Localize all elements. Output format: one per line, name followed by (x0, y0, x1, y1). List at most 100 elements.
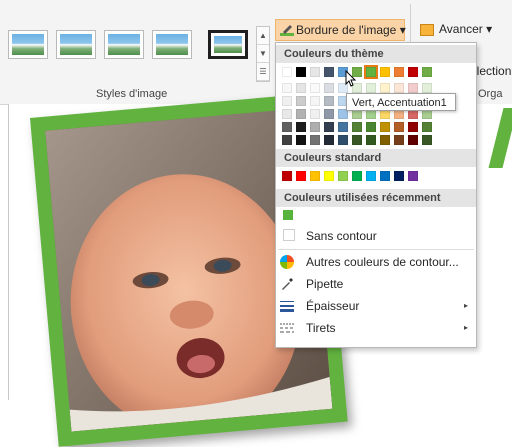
ribbon-group-label: Styles d'image (96, 88, 168, 100)
recent-colors-header: Couleurs utilisées récemment (276, 189, 476, 207)
theme-shade-swatch[interactable] (282, 122, 292, 132)
theme-shade-swatch[interactable] (408, 122, 418, 132)
standard-color-swatch[interactable] (394, 171, 404, 181)
chevron-down-icon: ▾ (486, 22, 493, 36)
theme-color-swatch[interactable] (296, 67, 306, 77)
chevron-down-icon: ▾ (399, 23, 406, 37)
theme-shade-swatch[interactable] (324, 83, 334, 93)
theme-shade-swatch[interactable] (324, 135, 334, 145)
standard-color-swatch[interactable] (310, 171, 320, 181)
theme-shade-swatch[interactable] (380, 83, 390, 93)
theme-color-swatch[interactable] (394, 67, 404, 77)
standard-color-swatch[interactable] (296, 171, 306, 181)
theme-shade-swatch[interactable] (282, 135, 292, 145)
gallery-more-button[interactable]: ☰ (257, 63, 269, 81)
bring-forward-icon (420, 24, 434, 36)
standard-color-swatch[interactable] (408, 171, 418, 181)
theme-shade-swatch[interactable] (324, 96, 334, 106)
gallery-scroll-down-button[interactable]: ▼ (257, 45, 269, 63)
theme-shade-swatch[interactable] (394, 83, 404, 93)
eyedropper-label: Pipette (306, 277, 344, 291)
theme-shade-swatch[interactable] (366, 122, 376, 132)
theme-shade-swatch[interactable] (380, 135, 390, 145)
theme-shade-swatch[interactable] (282, 83, 292, 93)
theme-shade-swatch[interactable] (310, 109, 320, 119)
theme-colors-header: Couleurs du thème (276, 45, 476, 63)
theme-shade-swatch[interactable] (422, 135, 432, 145)
bring-forward-button[interactable]: Avancer ▾ (420, 22, 510, 40)
gallery-scroll-buttons: ▲ ▼ ☰ (256, 26, 270, 82)
theme-shade-swatch[interactable] (352, 135, 362, 145)
eyedropper-item[interactable]: Pipette (276, 273, 476, 295)
theme-shade-swatch[interactable] (338, 122, 348, 132)
theme-shade-swatch[interactable] (296, 96, 306, 106)
theme-shade-swatch[interactable] (310, 83, 320, 93)
picture-style-thumbnail[interactable] (104, 30, 144, 59)
menu-separator (278, 249, 474, 250)
theme-shade-swatch[interactable] (310, 122, 320, 132)
recent-color-swatch[interactable] (283, 210, 293, 220)
theme-shade-swatch[interactable] (296, 109, 306, 119)
submenu-arrow-icon: ▸ (463, 301, 468, 310)
mouse-cursor-icon (345, 70, 357, 87)
theme-shade-swatch[interactable] (422, 122, 432, 132)
standard-color-swatch[interactable] (380, 171, 390, 181)
theme-shade-swatch[interactable] (310, 96, 320, 106)
submenu-arrow-icon: ▸ (463, 323, 468, 332)
theme-shade-swatch[interactable] (296, 83, 306, 93)
picture-style-thumbnail[interactable] (152, 30, 192, 59)
picture-style-thumbnail-selected[interactable] (208, 30, 248, 59)
theme-shade-swatch[interactable] (408, 135, 418, 145)
picture-style-thumbnail[interactable] (56, 30, 96, 59)
organize-group-label: Orga (478, 88, 503, 100)
no-outline-item[interactable]: Sans contour (276, 225, 476, 247)
theme-shade-swatch[interactable] (282, 96, 292, 106)
picture-style-thumbnail[interactable] (8, 30, 48, 59)
theme-shade-swatch[interactable] (394, 135, 404, 145)
theme-color-swatch[interactable] (364, 65, 378, 79)
theme-shade-swatch[interactable] (352, 122, 362, 132)
theme-shade-swatch[interactable] (296, 122, 306, 132)
theme-shade-swatch[interactable] (380, 122, 390, 132)
theme-color-swatch[interactable] (408, 67, 418, 77)
theme-shade-swatch[interactable] (310, 135, 320, 145)
color-wheel-icon (280, 255, 294, 269)
line-weight-icon (280, 301, 294, 312)
dash-style-icon (280, 323, 294, 333)
standard-color-swatch[interactable] (324, 171, 334, 181)
theme-shade-swatch[interactable] (408, 83, 418, 93)
standard-color-swatch[interactable] (338, 171, 348, 181)
theme-shade-swatch[interactable] (422, 83, 432, 93)
picture-border-button[interactable]: Bordure de l'image ▾ (275, 19, 406, 41)
gallery-scroll-up-button[interactable]: ▲ (257, 27, 269, 45)
theme-shade-swatch[interactable] (366, 83, 376, 93)
theme-color-swatch[interactable] (282, 67, 292, 77)
weight-label: Épaisseur (306, 299, 360, 313)
theme-color-swatch[interactable] (310, 67, 320, 77)
standard-color-swatch[interactable] (282, 171, 292, 181)
eyedropper-icon (282, 278, 293, 290)
standard-color-swatch[interactable] (352, 171, 362, 181)
picture-border-label: Bordure de l'image (296, 23, 397, 37)
standard-color-swatch[interactable] (366, 171, 376, 181)
theme-shade-swatch[interactable] (324, 122, 334, 132)
dashes-item[interactable]: Tirets ▸ (276, 317, 476, 339)
theme-shade-swatch[interactable] (338, 135, 348, 145)
border-color-dropdown: Couleurs du thème Couleurs standard Coul… (275, 42, 477, 348)
no-outline-label: Sans contour (306, 229, 377, 243)
theme-color-swatch[interactable] (380, 67, 390, 77)
weight-item[interactable]: Épaisseur ▸ (276, 295, 476, 317)
more-colors-label: Autres couleurs de contour... (306, 255, 459, 269)
standard-colors-header: Couleurs standard (276, 149, 476, 167)
pen-icon (280, 25, 294, 36)
theme-shade-swatch[interactable] (366, 135, 376, 145)
theme-color-swatch[interactable] (422, 67, 432, 77)
dashes-label: Tirets (306, 321, 336, 335)
theme-shade-swatch[interactable] (394, 122, 404, 132)
more-colors-item[interactable]: Autres couleurs de contour... (276, 251, 476, 273)
theme-shade-swatch[interactable] (296, 135, 306, 145)
theme-shade-swatch[interactable] (282, 109, 292, 119)
color-tooltip: Vert, Accentuation1 (346, 93, 456, 111)
theme-color-swatch[interactable] (324, 67, 334, 77)
theme-shade-swatch[interactable] (324, 109, 334, 119)
